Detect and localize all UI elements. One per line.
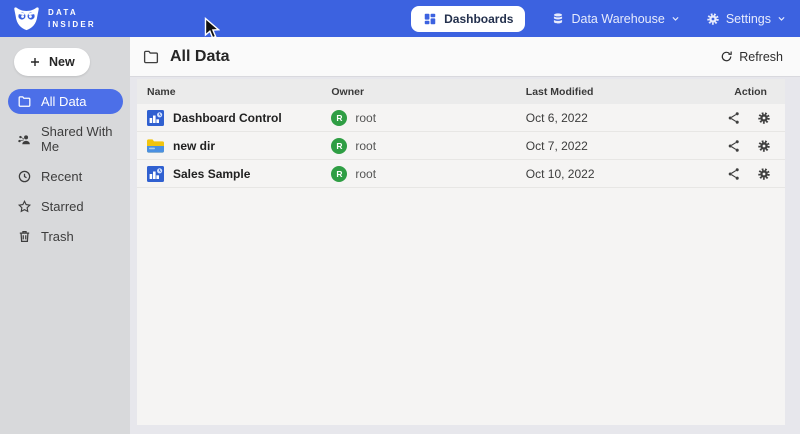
sidebar-item-label: All Data: [41, 94, 87, 109]
action-cell: [720, 167, 785, 181]
owl-logo-icon: [13, 6, 40, 31]
brand-line-2: INSIDER: [48, 19, 96, 31]
sidebar-item-label: Shared With Me: [41, 124, 114, 154]
last-modified-cell: Oct 6, 2022: [526, 111, 720, 125]
top-bar: DATA INSIDER Dashboards: [0, 0, 800, 37]
gear-icon: [706, 12, 720, 26]
sidebar-item-trash[interactable]: Trash: [8, 224, 123, 249]
share-icon[interactable]: [727, 111, 741, 125]
dashboards-label: Dashboards: [444, 12, 513, 26]
file-name-cell: Sales Sample: [137, 166, 331, 182]
owner-name: root: [355, 167, 376, 181]
sidebar: New All Data: [0, 37, 130, 434]
refresh-icon: [720, 50, 733, 63]
share-icon[interactable]: [727, 167, 741, 181]
sidebar-item-recent[interactable]: Recent: [8, 164, 123, 189]
file-name-cell: Dashboard Control: [137, 110, 331, 126]
file-name-cell: new dir: [137, 139, 331, 153]
chevron-down-icon: [777, 14, 786, 23]
dashboards-icon: [423, 12, 437, 26]
owner-cell: R root: [331, 166, 525, 182]
sidebar-item-label: Starred: [41, 199, 84, 214]
share-icon[interactable]: [727, 139, 741, 153]
brand-name: DATA INSIDER: [48, 7, 96, 30]
owner-avatar: R: [331, 110, 347, 126]
trash-icon: [17, 229, 32, 244]
gear-icon[interactable]: [757, 167, 771, 181]
column-header-name: Name: [137, 86, 331, 98]
owner-name: root: [355, 111, 376, 125]
main-area: All Data Refresh Name Owner: [130, 37, 800, 434]
last-modified-cell: Oct 7, 2022: [526, 139, 720, 153]
new-button[interactable]: New: [14, 48, 90, 76]
sidebar-item-all-data[interactable]: All Data: [8, 89, 123, 114]
folder-icon: [142, 48, 160, 66]
sidebar-nav: All Data Shared With Me: [0, 89, 130, 249]
gear-icon[interactable]: [757, 111, 771, 125]
chevron-down-icon: [671, 14, 680, 23]
owner-cell: R root: [331, 110, 525, 126]
owner-cell: R root: [331, 138, 525, 154]
content-area: Name Owner Last Modified Action: [130, 77, 800, 434]
file-name: new dir: [173, 139, 215, 153]
file-table-card: Name Owner Last Modified Action: [137, 79, 785, 425]
sidebar-item-starred[interactable]: Starred: [8, 194, 123, 219]
plus-icon: [29, 56, 41, 68]
column-header-last-modified: Last Modified: [526, 86, 720, 98]
page-body: New All Data: [0, 37, 800, 434]
sidebar-item-label: Recent: [41, 169, 82, 184]
brand-line-1: DATA: [48, 7, 96, 19]
database-icon: [551, 12, 565, 26]
sidebar-item-shared-with-me[interactable]: Shared With Me: [8, 119, 123, 159]
title-left: All Data: [142, 48, 230, 66]
table-row[interactable]: Dashboard Control R root Oct 6, 2022: [137, 104, 785, 132]
action-cell: [720, 111, 785, 125]
column-header-action: Action: [720, 86, 785, 98]
table-row[interactable]: Sales Sample R root Oct 10, 2022: [137, 160, 785, 188]
dashboard-file-icon: [147, 166, 164, 182]
file-name: Dashboard Control: [173, 111, 282, 125]
table-row[interactable]: new dir R root Oct 7, 2022: [137, 132, 785, 160]
app-window: DATA INSIDER Dashboards: [0, 0, 800, 434]
brand: DATA INSIDER: [13, 6, 96, 31]
dashboard-file-icon: [147, 110, 164, 126]
top-navigation: Dashboards Data Warehouse: [411, 6, 786, 32]
star-icon: [17, 199, 32, 214]
title-bar: All Data Refresh: [130, 37, 800, 77]
owner-avatar: R: [331, 166, 347, 182]
folder-icon: [17, 94, 32, 109]
data-warehouse-menu[interactable]: Data Warehouse: [551, 12, 679, 26]
last-modified-cell: Oct 10, 2022: [526, 167, 720, 181]
sidebar-item-label: Trash: [41, 229, 74, 244]
file-name: Sales Sample: [173, 167, 250, 181]
refresh-label: Refresh: [739, 50, 783, 64]
table-header-row: Name Owner Last Modified Action: [137, 79, 785, 104]
refresh-button[interactable]: Refresh: [720, 50, 783, 64]
column-header-owner: Owner: [331, 86, 525, 98]
page-title: All Data: [170, 48, 230, 66]
folder-file-icon: [147, 139, 164, 153]
owner-avatar: R: [331, 138, 347, 154]
action-cell: [720, 139, 785, 153]
owner-name: root: [355, 139, 376, 153]
gear-icon[interactable]: [757, 139, 771, 153]
clock-icon: [17, 169, 32, 184]
person-share-icon: [17, 132, 32, 147]
dashboards-button[interactable]: Dashboards: [411, 6, 525, 32]
data-warehouse-label: Data Warehouse: [571, 12, 664, 26]
settings-menu[interactable]: Settings: [706, 12, 786, 26]
new-button-label: New: [49, 55, 75, 69]
settings-label: Settings: [726, 12, 771, 26]
